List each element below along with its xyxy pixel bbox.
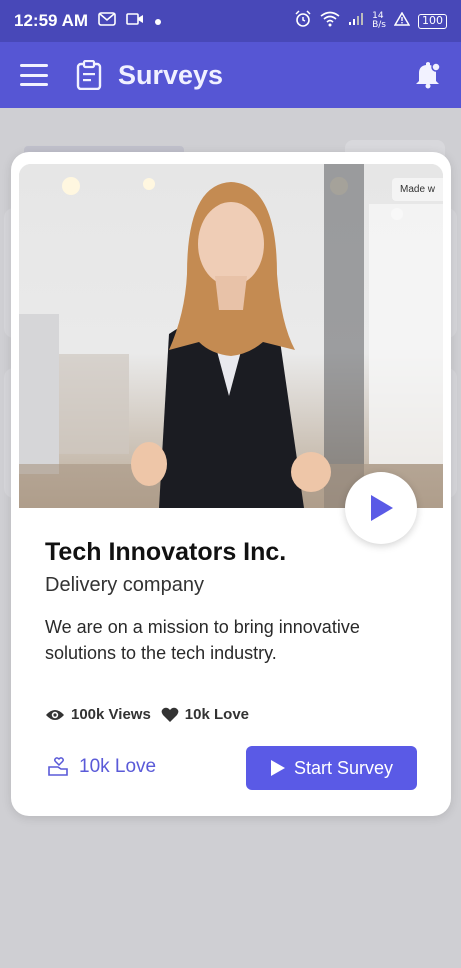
video-thumbnail-image: [19, 164, 443, 508]
status-bar: 12:59 AM 14 B/s 100: [0, 0, 461, 42]
net-speed: 14 B/s: [372, 12, 386, 30]
warning-icon: [393, 11, 411, 30]
loves-count: 10k Love: [184, 706, 250, 723]
battery-indicator: 100: [418, 13, 447, 29]
views-stat: 100k Views: [45, 706, 151, 723]
loves-stat: 10k Love: [161, 706, 249, 723]
heart-icon: [161, 707, 179, 722]
company-type: Delivery company: [45, 574, 204, 596]
alarm-icon: [294, 10, 312, 32]
survey-card-dialog: Made w Tech Innovators Inc. Delivery com…: [11, 152, 451, 816]
video-preview[interactable]: Made w: [19, 164, 443, 508]
company-description: We are on a mission to bring innovative …: [45, 617, 360, 663]
page-title: Surveys: [118, 59, 224, 90]
play-icon: [371, 495, 393, 521]
gmail-icon: [98, 12, 116, 30]
watermark-badge: Made w: [391, 178, 443, 201]
start-survey-button[interactable]: Start Survey: [246, 746, 417, 790]
wifi-icon: [320, 11, 340, 31]
love-button[interactable]: 10k Love: [47, 756, 156, 778]
net-speed-unit: B/s: [372, 20, 386, 30]
clipboard-icon: [76, 60, 102, 90]
video-icon: [126, 12, 144, 30]
eye-icon: [46, 709, 64, 720]
start-survey-label: Start Survey: [293, 757, 394, 778]
love-hand-icon: [48, 757, 68, 776]
love-button-label: 10k Love: [79, 756, 157, 777]
company-name: Tech Innovators Inc.: [45, 538, 287, 566]
signal-icon: [348, 12, 364, 30]
status-time: 12:59 AM: [14, 11, 89, 30]
menu-icon[interactable]: [20, 64, 48, 86]
dot-icon: [154, 12, 162, 30]
play-icon: [270, 760, 285, 776]
views-count: 100k Views: [71, 706, 151, 723]
stats-row: 100k Views 10k Love: [45, 706, 249, 723]
play-video-button[interactable]: [345, 472, 417, 544]
notification-bell-icon[interactable]: [415, 61, 441, 89]
app-bar: Surveys: [0, 42, 461, 108]
